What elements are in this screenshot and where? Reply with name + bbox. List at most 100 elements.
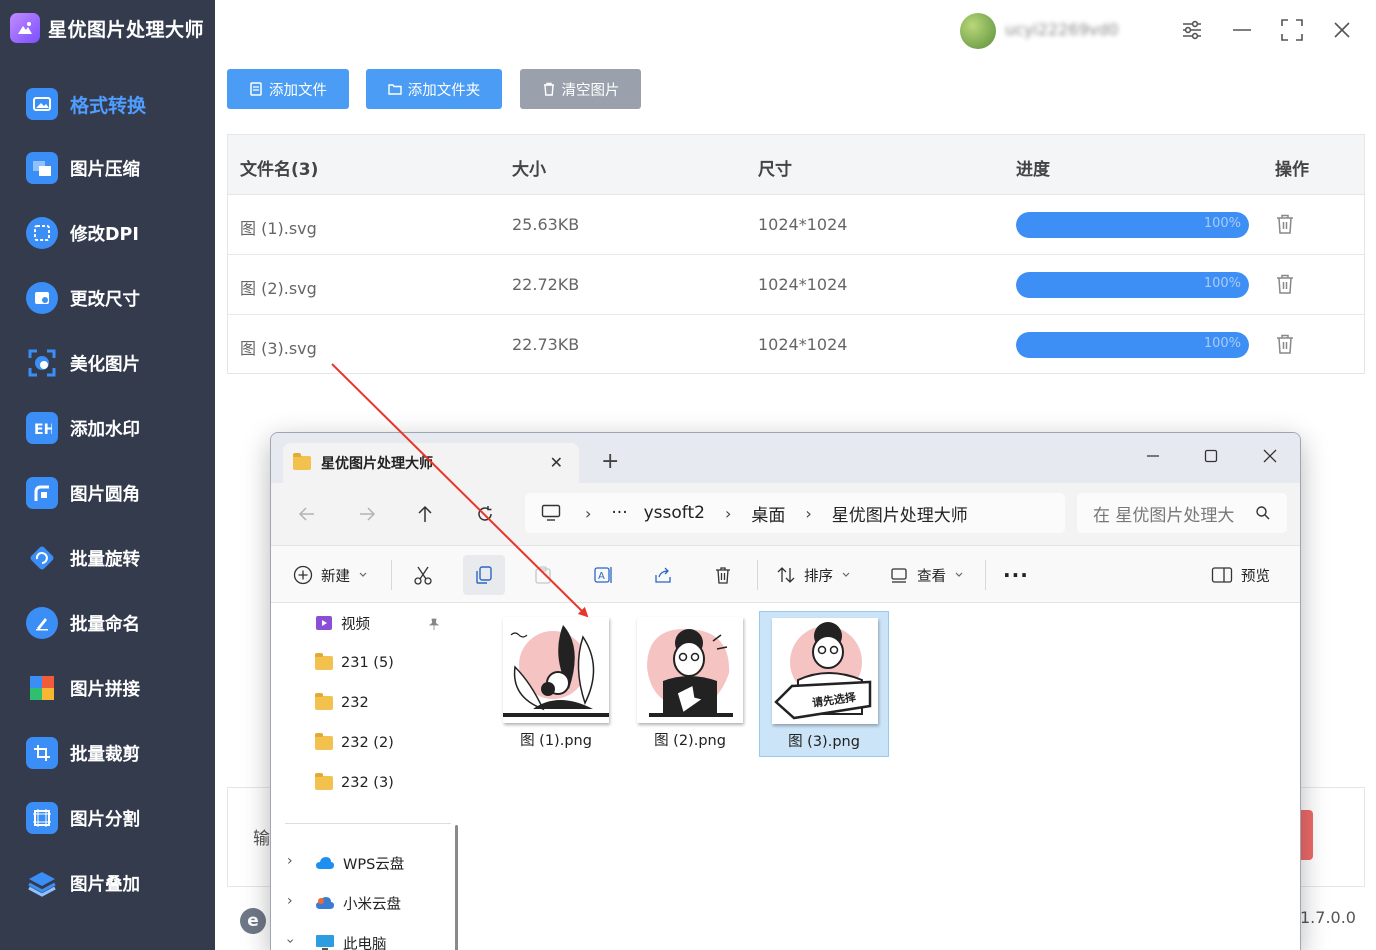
cell-dimensions: 1024*1024 (758, 275, 848, 294)
sidebar-item-round-corner[interactable]: 图片圆角 (0, 468, 215, 518)
explorer-tab-bar: 星优图片处理大师 ✕ + (271, 433, 1300, 483)
progress-bar: 100% (1016, 332, 1249, 358)
clear-images-label: 清空图片 (561, 82, 620, 99)
browser-icon[interactable]: e (240, 908, 266, 934)
file-thumbnail-selected[interactable]: 请先选择 图 (3).png (759, 611, 889, 757)
new-label: 新建 (321, 568, 350, 585)
forward-arrow-icon[interactable] (353, 502, 381, 526)
expand-chevron-icon[interactable]: › (287, 893, 293, 909)
sort-button[interactable]: 排序 (776, 555, 851, 595)
avatar[interactable] (960, 13, 996, 49)
divider (285, 823, 451, 824)
explorer-minimize-icon[interactable] (1133, 441, 1173, 471)
breadcrumb-overflow[interactable]: ··· (611, 503, 627, 523)
header-action: 操作 (1275, 160, 1309, 180)
sidebar-item-dpi[interactable]: 修改DPI (0, 208, 215, 258)
progress-fill: 100% (1016, 212, 1249, 238)
preview-pane-icon (1211, 567, 1233, 583)
minimize-icon[interactable] (1228, 16, 1256, 44)
progress-text: 100% (1203, 216, 1241, 231)
resize-icon (26, 282, 58, 314)
sidebar-item-crop[interactable]: 批量裁剪 (0, 728, 215, 778)
new-tab-icon[interactable]: + (601, 451, 619, 473)
clear-images-button[interactable]: 清空图片 (520, 69, 641, 109)
collapse-chevron-icon[interactable]: › (282, 938, 298, 944)
sidebar-item-resize[interactable]: 更改尺寸 (0, 273, 215, 323)
search-icon (1256, 506, 1270, 520)
share-icon[interactable] (653, 555, 673, 595)
maximize-icon[interactable] (1278, 16, 1306, 44)
nav-item-wps-cloud[interactable]: WPS云盘 (315, 851, 404, 875)
nav-item-mi-cloud[interactable]: 小米云盘 (315, 891, 401, 915)
explorer-close-icon[interactable] (1250, 441, 1290, 471)
nav-item-folder[interactable]: 232 (3) (315, 771, 394, 795)
progress-text: 100% (1203, 336, 1241, 351)
breadcrumb-item[interactable]: 星优图片处理大师 (832, 501, 968, 526)
nav-item-folder[interactable]: 232 (315, 691, 369, 715)
sidebar-item-layers[interactable]: 图片叠加 (0, 858, 215, 908)
delete-icon[interactable] (1275, 213, 1295, 235)
folder-icon (315, 773, 333, 790)
preview-button[interactable]: 预览 (1211, 555, 1270, 595)
add-file-label: 添加文件 (269, 82, 327, 99)
nav-item-label: WPS云盘 (343, 856, 405, 873)
refresh-icon[interactable] (471, 502, 499, 526)
explorer-tab[interactable]: 星优图片处理大师 ✕ (283, 443, 579, 483)
search-input[interactable]: 在 星优图片处理大 (1077, 493, 1287, 533)
sidebar-item-puzzle[interactable]: 图片拼接 (0, 663, 215, 713)
breadcrumb-item[interactable]: yssoft2 (644, 503, 705, 523)
nav-item-folder[interactable]: 232 (2) (315, 731, 394, 755)
delete-icon[interactable] (713, 555, 733, 595)
file-thumbnail[interactable]: 图 (1).png (491, 611, 621, 757)
scrollbar[interactable] (455, 825, 458, 950)
sidebar-item-format-convert[interactable]: 格式转换 (0, 79, 215, 129)
delete-icon[interactable] (1275, 273, 1295, 295)
sidebar-item-watermark[interactable]: EH 添加水印 (0, 403, 215, 453)
cell-dimensions: 1024*1024 (758, 335, 848, 354)
settings-sliders-icon[interactable] (1178, 16, 1206, 44)
breadcrumb-item[interactable]: 桌面 (751, 501, 785, 526)
nav-item-videos[interactable]: 视频 (315, 611, 370, 635)
image-thumbnail-icon: 请先选择 (772, 618, 878, 724)
sidebar-item-split[interactable]: 图片分割 (0, 793, 215, 843)
delete-icon[interactable] (1275, 333, 1295, 355)
paste-icon[interactable] (533, 555, 553, 595)
sidebar-item-label: 图片圆角 (70, 484, 140, 505)
close-icon[interactable] (1328, 16, 1356, 44)
sidebar-item-rotate[interactable]: 批量旋转 (0, 533, 215, 583)
sidebar-item-rename[interactable]: 批量命名 (0, 598, 215, 648)
beautify-icon (26, 347, 58, 379)
folder-icon (315, 733, 333, 750)
close-tab-icon[interactable]: ✕ (550, 453, 563, 472)
view-button[interactable]: 查看 (889, 555, 964, 595)
nav-item-this-pc[interactable]: 此电脑 (315, 931, 387, 950)
up-arrow-icon[interactable] (411, 502, 439, 526)
image-thumbnail-icon (637, 617, 743, 723)
add-folder-button[interactable]: 添加文件夹 (366, 69, 502, 109)
copy-icon[interactable] (463, 555, 505, 595)
svg-text:A: A (598, 571, 605, 582)
view-icon (891, 568, 907, 583)
pin-icon[interactable] (427, 617, 441, 631)
more-options-icon[interactable]: ··· (1003, 555, 1029, 595)
split-icon (26, 802, 58, 834)
explorer-maximize-icon[interactable] (1191, 441, 1231, 471)
folder-icon (315, 653, 333, 670)
file-icon (250, 82, 262, 96)
file-thumbnail[interactable]: 图 (2).png (625, 611, 755, 757)
expand-chevron-icon[interactable]: › (287, 853, 293, 869)
new-button[interactable]: 新建 (293, 555, 368, 595)
back-arrow-icon[interactable] (293, 502, 321, 526)
search-placeholder: 在 星优图片处理大 (1093, 505, 1235, 526)
sidebar-item-image-compress[interactable]: 图片压缩 (0, 143, 215, 193)
sidebar-item-beautify[interactable]: 美化图片 (0, 338, 215, 388)
header-progress: 进度 (1016, 160, 1050, 180)
rename-icon[interactable]: A (593, 555, 615, 595)
user-name[interactable]: ucyi22269vd0 (1005, 20, 1153, 40)
chevron-down-icon (842, 572, 850, 577)
address-bar[interactable]: › ··· › yssoft2 › 桌面 › 星优图片处理大师 (525, 493, 1065, 533)
header-filename: 文件名(3) (240, 160, 319, 180)
cut-icon[interactable] (413, 555, 433, 595)
nav-item-folder[interactable]: 231 (5) (315, 651, 394, 675)
add-file-button[interactable]: 添加文件 (227, 69, 349, 109)
